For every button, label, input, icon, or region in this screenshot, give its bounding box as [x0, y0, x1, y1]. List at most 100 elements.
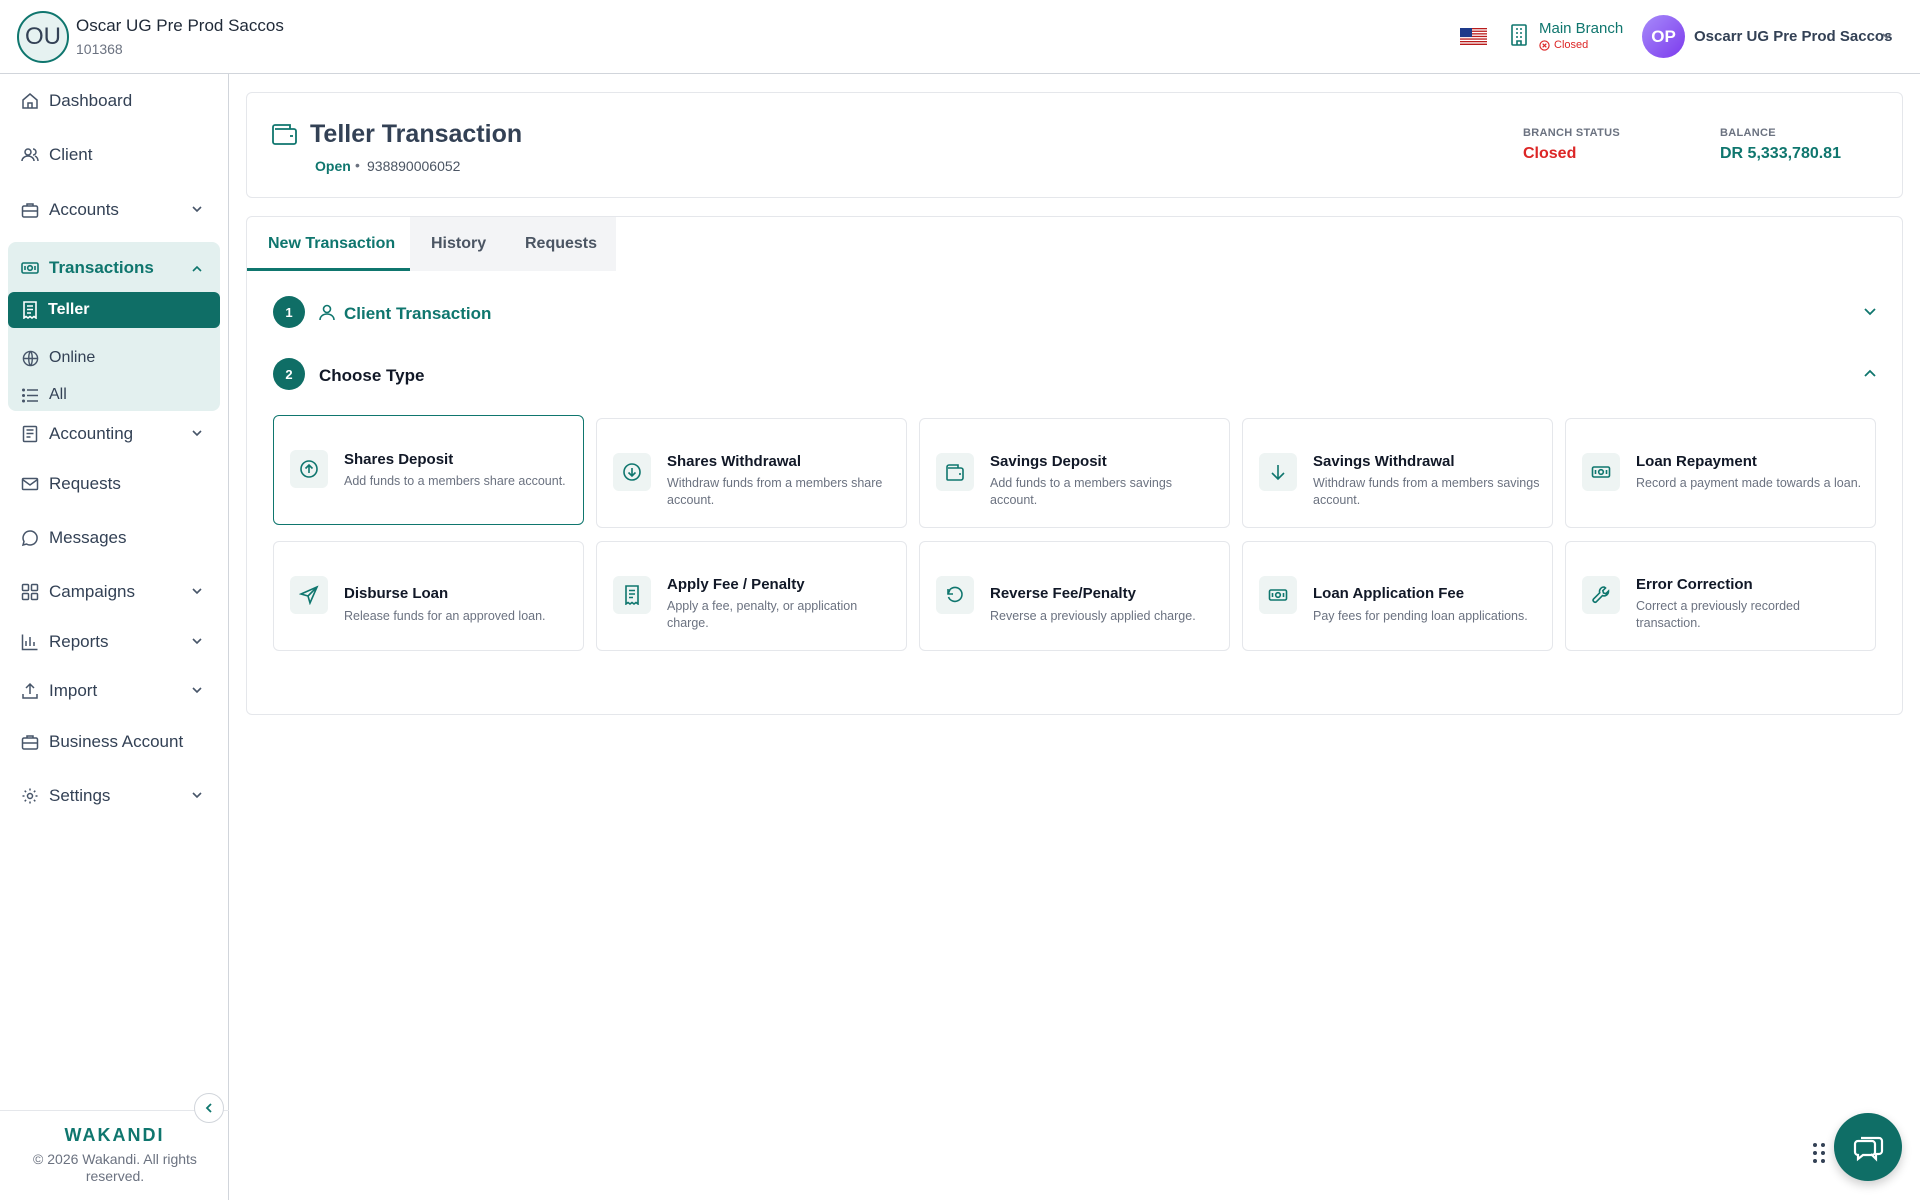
sidebar-item-label: Settings [49, 786, 111, 805]
user-name[interactable]: Oscarr UG Pre Prod Saccos [1694, 28, 1892, 45]
balance-label: BALANCE [1720, 127, 1776, 139]
card-description: Apply a fee, penalty, or application cha… [667, 599, 858, 630]
user-icon [318, 303, 336, 321]
wallet-icon [272, 122, 298, 146]
chevron-down-icon[interactable] [1880, 29, 1894, 43]
sidebar-item-label: Accounts [49, 200, 119, 219]
type-card-savings-deposit[interactable]: Savings Deposit Add funds to a members s… [919, 418, 1230, 528]
sidebar-item-teller[interactable]: Teller [8, 292, 220, 328]
branch-status-badge: Closed [1539, 39, 1588, 51]
chevron-left-icon [203, 1102, 215, 1114]
x-circle-icon [1539, 39, 1550, 51]
chevron-down-icon[interactable] [190, 788, 204, 802]
branch-status-text: Closed [1554, 39, 1589, 51]
type-card-loan-repayment[interactable]: Loan Repayment Record a payment made tow… [1565, 418, 1876, 528]
wrench-icon [1582, 576, 1620, 614]
top-header: OU Oscar UG Pre Prod Saccos 101368 Main … [0, 0, 1920, 74]
sidebar-item-client[interactable]: Client [21, 145, 92, 165]
type-card-reverse-fee-penalty[interactable]: Reverse Fee/Penalty Reverse a previously… [919, 541, 1230, 651]
sidebar-item-accounts[interactable]: Accounts [21, 200, 119, 220]
home-icon [21, 92, 39, 110]
sidebar-item-accounting[interactable]: Accounting [21, 424, 133, 444]
step-choose-type[interactable]: Choose Type [319, 366, 424, 386]
messages-icon [1851, 1130, 1885, 1164]
sidebar-item-label: Campaigns [49, 582, 135, 601]
sidebar-item-dashboard[interactable]: Dashboard [21, 91, 132, 111]
briefcase-icon [21, 733, 39, 751]
sidebar-item-label: Requests [49, 474, 121, 493]
chevron-down-icon[interactable] [190, 584, 204, 598]
org-id: 101368 [76, 41, 123, 57]
till-separator: • [355, 157, 360, 173]
chevron-down-icon[interactable] [190, 634, 204, 648]
type-card-loan-application-fee[interactable]: Loan Application Fee Pay fees for pendin… [1242, 541, 1553, 651]
card-description: Correct a previously recorded transactio… [1636, 599, 1800, 630]
wallet-icon [936, 453, 974, 491]
type-card-shares-deposit[interactable]: Shares Deposit Add funds to a members sh… [273, 415, 584, 525]
org-avatar[interactable]: OU [17, 11, 69, 63]
type-card-shares-withdrawal[interactable]: Shares Withdrawal Withdraw funds from a … [596, 418, 907, 528]
sidebar-item-business-account[interactable]: Business Account [21, 732, 183, 752]
step-client-transaction[interactable]: Client Transaction [344, 304, 491, 324]
chat-support-button[interactable] [1834, 1113, 1902, 1181]
teller-header-card: Teller Transaction Open • 938890006052 B… [246, 92, 1903, 198]
type-card-savings-withdrawal[interactable]: Savings Withdrawal Withdraw funds from a… [1242, 418, 1553, 528]
active-tab-indicator [247, 268, 410, 271]
sidebar-item-messages[interactable]: Messages [21, 528, 126, 548]
card-title: Apply Fee / Penalty [667, 576, 805, 593]
sidebar-item-settings[interactable]: Settings [21, 786, 110, 806]
sidebar-item-label: Messages [49, 528, 127, 547]
transaction-panel: New Transaction History Requests 1 Clien… [246, 216, 1903, 715]
users-icon [21, 146, 39, 164]
type-card-apply-fee-penalty[interactable]: Apply Fee / Penalty Apply a fee, penalty… [596, 541, 907, 651]
sidebar-item-reports[interactable]: Reports [21, 632, 109, 652]
balance-value: DR 5,333,780.81 [1720, 145, 1841, 162]
banknote-icon [1259, 576, 1297, 614]
card-title: Disburse Loan [344, 585, 449, 602]
sidebar-item-import[interactable]: Import [21, 681, 97, 701]
step-1-badge: 1 [273, 296, 305, 328]
upload-icon [21, 682, 39, 700]
copyright-text: © 2026 Wakandi. All rights reserved. [33, 1151, 197, 1184]
arrow-up-circle-icon [290, 450, 328, 488]
sidebar-item-label: Reports [49, 632, 109, 651]
tab-requests[interactable]: Requests [525, 235, 597, 253]
sidebar-item-all[interactable]: All [22, 386, 67, 404]
card-description: Reverse a previously applied charge. [990, 609, 1196, 623]
card-description: Record a payment made towards a loan. [1636, 476, 1862, 490]
type-card-error-correction[interactable]: Error Correction Correct a previously re… [1565, 541, 1876, 651]
collapse-sidebar-button[interactable] [194, 1093, 224, 1123]
sidebar-item-transactions[interactable]: Transactions [21, 258, 154, 278]
drag-handle-icon[interactable] [1812, 1142, 1826, 1164]
chevron-down-icon[interactable] [1862, 303, 1878, 319]
card-description: Release funds for an approved loan. [344, 609, 546, 623]
card-description: Withdraw funds from a members savings ac… [1313, 476, 1540, 507]
sidebar-item-requests[interactable]: Requests [21, 474, 121, 494]
us-flag-icon[interactable] [1460, 28, 1487, 45]
sidebar-item-online[interactable]: Online [22, 349, 95, 367]
bar-chart-icon [21, 633, 39, 651]
step-2-badge: 2 [273, 358, 305, 390]
card-description: Withdraw funds from a members share acco… [667, 476, 883, 507]
wakandi-logo: WAKANDI [64, 1125, 165, 1145]
till-number: 938890006052 [367, 158, 461, 174]
chevron-down-icon[interactable] [190, 202, 204, 216]
tab-new-transaction[interactable]: New Transaction [268, 235, 395, 253]
chevron-down-icon[interactable] [190, 683, 204, 697]
sidebar-item-label: Online [49, 349, 96, 366]
sidebar-item-label: Dashboard [49, 91, 133, 110]
branch-name[interactable]: Main Branch [1539, 20, 1623, 37]
chevron-up-icon[interactable] [190, 262, 204, 276]
sidebar-item-label: Accounting [49, 424, 134, 443]
sidebar-item-label: Transactions [49, 258, 154, 277]
sidebar-item-label: Client [49, 145, 93, 164]
gear-icon [21, 787, 39, 805]
receipt-icon [613, 576, 651, 614]
chevron-down-icon[interactable] [190, 426, 204, 440]
chevron-up-icon[interactable] [1862, 365, 1878, 381]
type-card-disburse-loan[interactable]: Disburse Loan Release funds for an appro… [273, 541, 584, 651]
sidebar-item-campaigns[interactable]: Campaigns [21, 582, 135, 602]
user-avatar[interactable]: OP [1642, 15, 1685, 58]
tab-history[interactable]: History [431, 235, 486, 253]
org-name: Oscar UG Pre Prod Saccos [76, 16, 284, 35]
